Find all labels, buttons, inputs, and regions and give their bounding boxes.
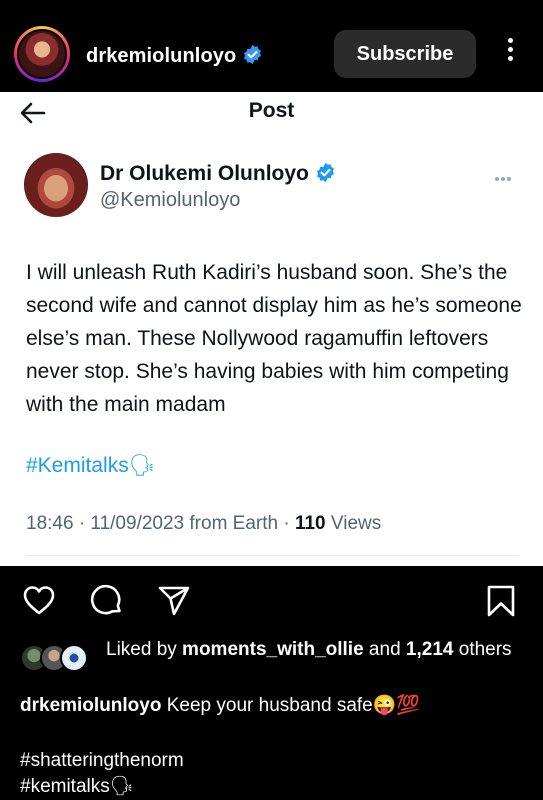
liked-by-suffix: others bbox=[453, 639, 512, 660]
username-text[interactable]: drkemiolunloyo bbox=[86, 45, 236, 67]
tweet-text: I will unleash Ruth Kadiri’s husband soo… bbox=[26, 261, 522, 416]
author-avatar[interactable] bbox=[24, 153, 88, 217]
tweet-screenshot: Post Dr Olukemi Olunloyo @Kemiolunloyo I… bbox=[0, 92, 543, 566]
post-caption: drkemiolunloyo Keep your husband safe😜💯 bbox=[20, 693, 420, 718]
caption-text: Keep your husband safe😜💯 bbox=[161, 695, 421, 716]
tweet-hashtag[interactable]: #Kemitalks🗣 bbox=[26, 449, 155, 482]
caption-hashtags: #shatteringthenorm #kemitalks🗣 bbox=[20, 748, 184, 800]
author-handle[interactable]: @Kemiolunloyo bbox=[100, 189, 240, 212]
subscribe-button[interactable]: Subscribe bbox=[334, 30, 476, 78]
likes-count[interactable]: 1,214 bbox=[406, 639, 454, 660]
verified-badge-icon bbox=[316, 162, 334, 183]
profile-username[interactable]: drkemiolunloyo bbox=[86, 44, 263, 68]
liked-by-user[interactable]: moments_with_ollie bbox=[182, 639, 364, 660]
views-label: Views bbox=[325, 513, 382, 534]
caption-username[interactable]: drkemiolunloyo bbox=[20, 695, 161, 716]
liker-avatars[interactable] bbox=[20, 644, 100, 672]
views-count: 110 bbox=[294, 513, 326, 534]
instagram-header: drkemiolunloyo Subscribe bbox=[0, 0, 543, 92]
send-icon[interactable] bbox=[157, 584, 191, 618]
hashtag-shatteringthenorm[interactable]: #shatteringthenorm bbox=[20, 748, 184, 774]
author-name-text[interactable]: Dr Olukemi Olunloyo bbox=[100, 162, 309, 185]
liked-by-prefix: Liked by bbox=[106, 639, 183, 660]
tweet-metadata: 18:46 · 11/09/2023 from Earth · 110 View… bbox=[26, 513, 381, 535]
vertical-ellipsis-icon[interactable] bbox=[500, 34, 520, 74]
tweet-timestamp: 18:46 · 11/09/2023 from Earth · bbox=[26, 513, 295, 534]
liked-by-text[interactable]: Liked by moments_with_ollie and 1,214 ot… bbox=[106, 637, 526, 662]
profile-avatar[interactable] bbox=[14, 26, 70, 82]
page-title: Post bbox=[248, 99, 295, 122]
hashtag-kemitalks[interactable]: #kemitalks🗣 bbox=[20, 774, 184, 800]
author-name[interactable]: Dr Olukemi Olunloyo bbox=[100, 162, 336, 186]
bookmark-icon[interactable] bbox=[484, 584, 518, 618]
heart-icon[interactable] bbox=[22, 584, 56, 618]
liked-by-and: and bbox=[363, 639, 406, 660]
action-bar bbox=[0, 566, 543, 636]
horizontal-ellipsis-icon[interactable] bbox=[495, 168, 517, 181]
likes-summary: Liked by moments_with_ollie and 1,214 ot… bbox=[20, 636, 540, 686]
divider bbox=[26, 555, 519, 556]
comment-icon[interactable] bbox=[90, 584, 124, 618]
verified-badge-icon bbox=[244, 44, 262, 65]
